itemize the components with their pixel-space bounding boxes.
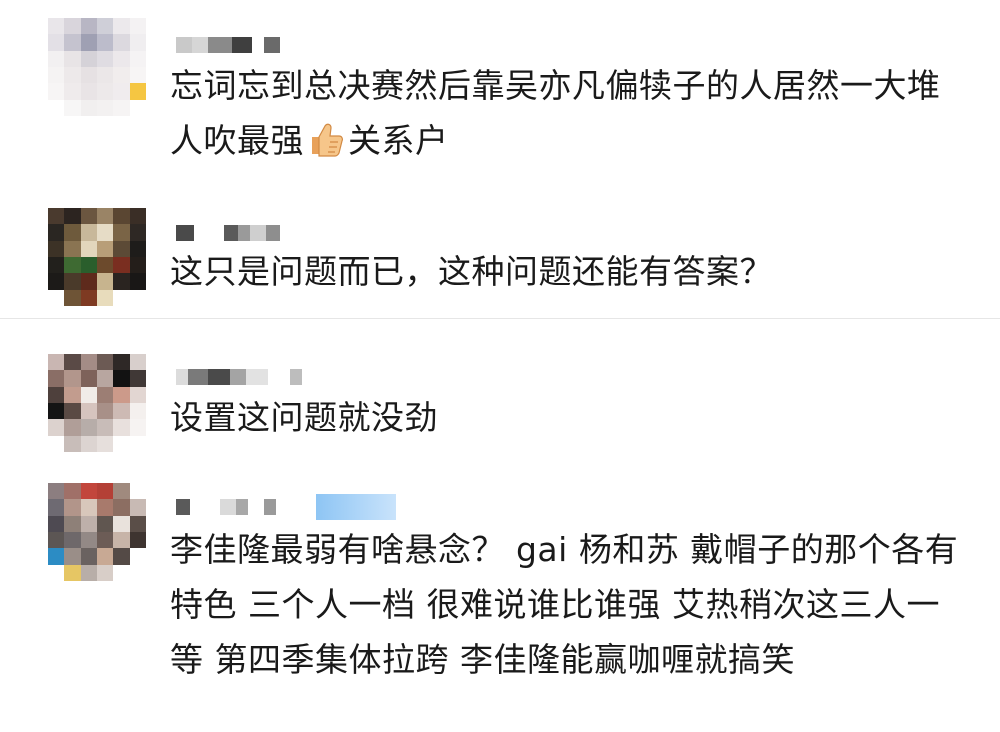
username-blurred[interactable] — [176, 366, 302, 388]
avatar[interactable] — [48, 208, 146, 306]
thumbs-up-icon — [308, 119, 344, 157]
comment-text: 设置这问题就没劲 — [170, 398, 438, 437]
avatar[interactable] — [48, 483, 146, 581]
user-badge — [316, 494, 396, 520]
avatar[interactable] — [48, 354, 146, 452]
comment-text: 这只是问题而已，这种问题还能有答案？ — [170, 252, 773, 291]
avatar[interactable] — [48, 18, 146, 116]
username-blurred[interactable] — [176, 34, 280, 56]
username-blurred[interactable] — [176, 222, 280, 244]
username-blurred[interactable] — [176, 494, 396, 520]
comment-text: 李佳隆最弱有啥悬念？ gai 杨和苏 戴帽子的那个各有特色 三个人一档 很难说谁… — [170, 530, 959, 679]
divider — [0, 318, 1000, 319]
comment-text: 忘词忘到总决赛然后靠吴亦凡偏犊子的人居然一大堆人吹最强 关系户 — [170, 66, 941, 160]
